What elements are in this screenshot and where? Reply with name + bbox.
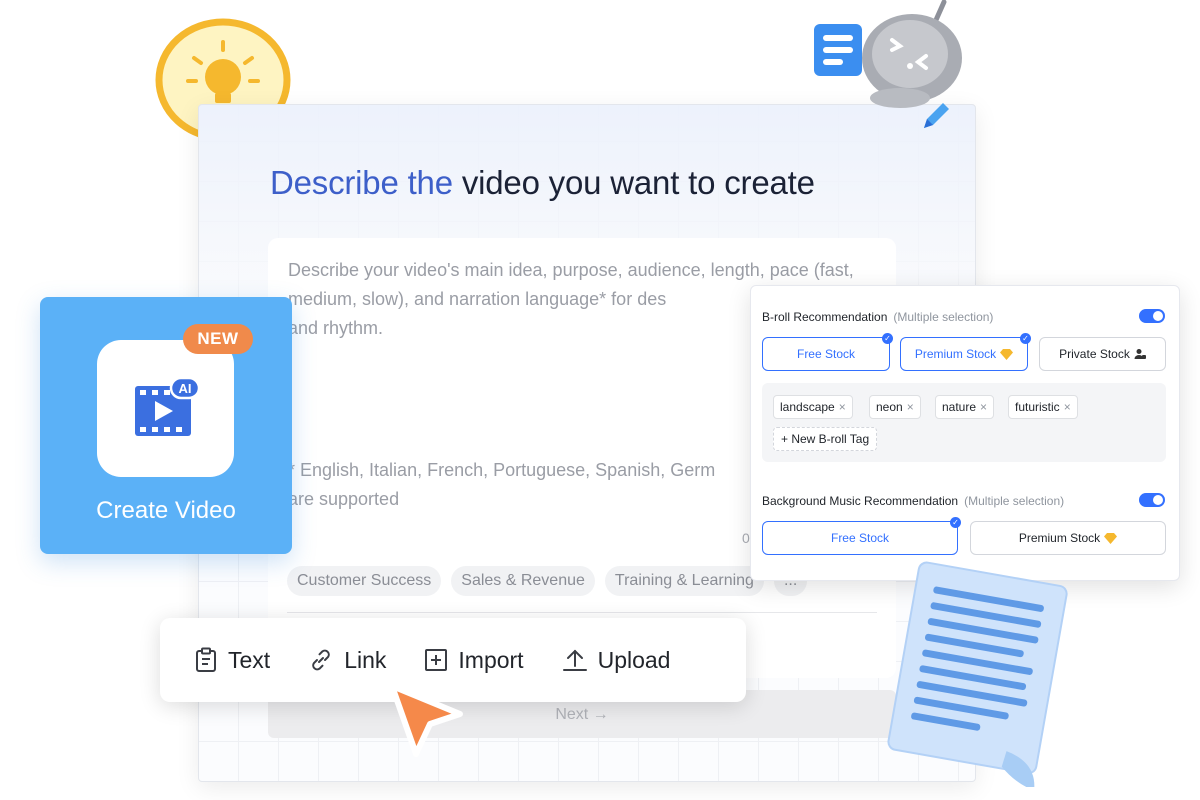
import-label: Import xyxy=(458,646,524,673)
import-button[interactable]: Import xyxy=(424,646,524,674)
diamond-icon xyxy=(1104,532,1118,544)
new-badge: NEW xyxy=(183,324,253,354)
import-icon xyxy=(425,649,448,671)
broll-premium-stock-option[interactable]: Premium Stock ✓ xyxy=(900,333,1031,371)
music-free-stock-option[interactable]: Free Stock ✓ xyxy=(762,517,961,555)
topic-chip[interactable]: Sales & Revenue xyxy=(451,566,595,596)
page-title: Describe the video you want to create xyxy=(270,164,815,202)
broll-free-stock-option[interactable]: Free Stock ✓ xyxy=(762,333,893,371)
language-note-line2: are supported xyxy=(288,489,400,509)
music-section-title: Background Music Recommendation (Multiple… xyxy=(762,494,1064,508)
upload-icon xyxy=(562,649,587,671)
broll-section-title: B-roll Recommendation (Multiple selection… xyxy=(762,310,993,324)
check-icon: ✓ xyxy=(882,333,893,344)
music-premium-stock-label: Premium Stock xyxy=(1018,531,1101,545)
broll-tag[interactable]: landscape × xyxy=(773,395,853,419)
tag-label: futuristic xyxy=(1015,400,1060,414)
topic-chip[interactable]: Training & Learning xyxy=(604,566,764,596)
create-video-label: Create Video xyxy=(96,497,236,524)
tag-label: neon xyxy=(876,400,903,414)
char-count: 0 xyxy=(742,530,750,546)
music-hint: (Multiple selection) xyxy=(964,494,1065,508)
broll-hint: (Multiple selection) xyxy=(893,310,994,324)
video-ai-icon: AI xyxy=(135,376,201,436)
diamond-icon xyxy=(1000,348,1014,360)
check-icon: ✓ xyxy=(1020,333,1031,344)
tag-label: nature xyxy=(942,400,977,414)
music-premium-stock-option[interactable]: Premium Stock xyxy=(970,521,1166,555)
upload-label: Upload xyxy=(597,646,671,673)
remove-tag-icon[interactable]: × xyxy=(980,400,987,414)
create-video-app-icon[interactable]: AI xyxy=(97,340,234,477)
link-icon xyxy=(312,649,330,671)
topic-chips: Customer Success Sales & Revenue Trainin… xyxy=(287,566,808,596)
new-broll-tag-button[interactable]: + New B-roll Tag xyxy=(773,427,878,451)
broll-private-stock-option[interactable]: Private Stock xyxy=(1039,337,1166,371)
music-free-stock-label: Free Stock xyxy=(830,531,890,545)
text-button[interactable]: Text xyxy=(194,647,270,674)
broll-free-stock-label: Free Stock xyxy=(796,347,856,361)
document-icon xyxy=(814,24,862,76)
tag-label: landscape xyxy=(780,400,835,414)
language-note: * English, Italian, French, Portuguese, … xyxy=(288,456,758,514)
topic-chip[interactable]: Customer Success xyxy=(287,566,442,596)
upload-button[interactable]: Upload xyxy=(562,646,671,674)
broll-tag[interactable]: nature × xyxy=(935,395,995,419)
link-label: Link xyxy=(344,646,387,673)
language-note-line1: * English, Italian, French, Portuguese, … xyxy=(288,460,716,480)
robot-icon xyxy=(862,0,962,108)
remove-tag-icon[interactable]: × xyxy=(907,400,914,414)
private-user-icon xyxy=(1134,349,1146,359)
broll-premium-stock-label: Premium Stock xyxy=(914,347,997,361)
cursor-icon xyxy=(389,683,463,757)
headline-rest: video you want to create xyxy=(461,164,815,201)
paper-scroll-icon xyxy=(887,561,1068,787)
music-title: Background Music Recommendation xyxy=(762,494,959,508)
check-icon: ✓ xyxy=(950,517,961,528)
text-label: Text xyxy=(228,646,271,673)
pencil-icon xyxy=(924,103,949,128)
broll-toggle[interactable] xyxy=(1139,309,1165,323)
remove-tag-icon[interactable]: × xyxy=(1064,400,1071,414)
divider xyxy=(287,612,877,613)
remove-tag-icon[interactable]: × xyxy=(839,400,846,414)
broll-private-stock-label: Private Stock xyxy=(1059,347,1130,361)
broll-tag[interactable]: neon × xyxy=(869,395,921,419)
music-toggle[interactable] xyxy=(1139,493,1165,507)
headline-accent: Describe the xyxy=(270,164,453,201)
link-button[interactable]: Link xyxy=(308,647,386,674)
broll-tag[interactable]: futuristic × xyxy=(1008,395,1078,419)
clipboard-icon xyxy=(196,647,216,672)
broll-title: B-roll Recommendation xyxy=(762,310,888,324)
ai-badge-text: AI xyxy=(179,381,192,396)
